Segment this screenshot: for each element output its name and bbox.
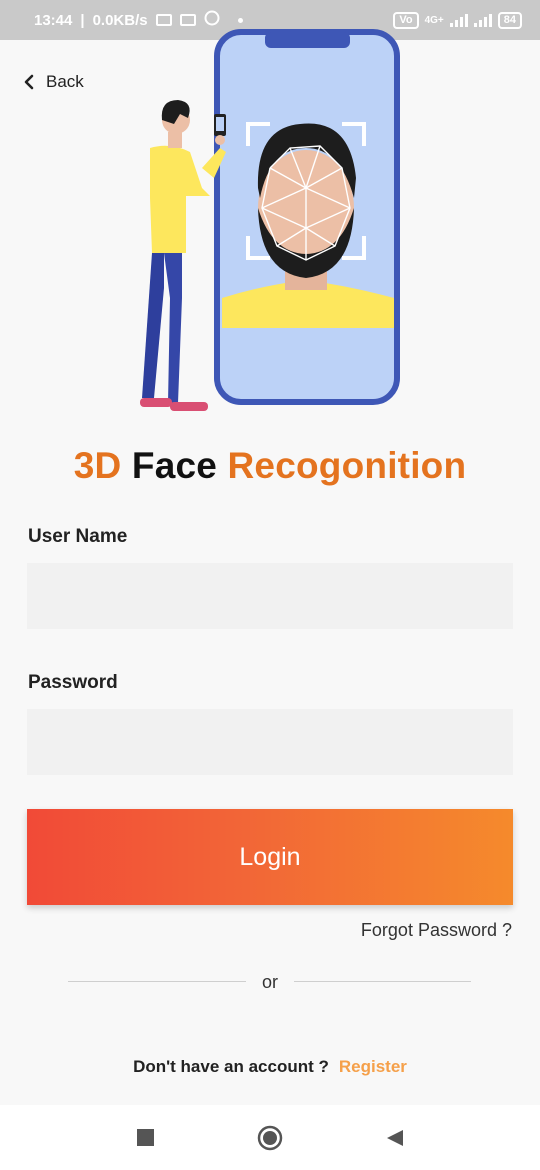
system-back-button[interactable] xyxy=(375,1118,415,1158)
face-recognition-illustration xyxy=(140,29,400,411)
whatsapp-icon xyxy=(204,10,220,30)
username-label: User Name xyxy=(28,526,128,547)
password-label: Password xyxy=(28,672,118,693)
volte-icon: Vo xyxy=(393,11,419,29)
signal-icon xyxy=(449,13,468,27)
system-nav-bar xyxy=(0,1105,540,1170)
status-time: 13:44 xyxy=(34,11,73,29)
gallery-icon xyxy=(179,14,196,26)
signup-prompt: Don't have an account ? Register xyxy=(0,1057,540,1077)
password-field[interactable] xyxy=(27,709,513,775)
divider-right xyxy=(294,981,471,982)
message-icon xyxy=(155,14,172,26)
battery-icon: 84 xyxy=(497,11,522,29)
signal-icon-2 xyxy=(473,13,492,27)
or-separator: or xyxy=(261,972,278,992)
network-type: 4G+ xyxy=(424,14,444,26)
forgot-password-link[interactable]: Forgot Password ? xyxy=(361,920,512,941)
username-field[interactable] xyxy=(27,563,513,629)
register-link[interactable]: Register xyxy=(339,1057,407,1076)
recents-button[interactable] xyxy=(125,1118,165,1158)
back-label: Back xyxy=(46,72,84,91)
circle-icon xyxy=(257,1125,283,1150)
square-icon xyxy=(136,1129,154,1146)
back-button[interactable]: Back xyxy=(22,72,84,92)
page-title: 3D Face Recogonition xyxy=(73,445,467,486)
status-speed: 0.0KB/s xyxy=(92,11,148,29)
home-button[interactable] xyxy=(250,1118,290,1158)
chevron-left-icon xyxy=(24,74,34,90)
no-account-text: Don't have an account ? xyxy=(133,1057,329,1076)
triangle-back-icon xyxy=(387,1129,403,1146)
login-button[interactable]: Login xyxy=(27,809,513,905)
notification-dot-icon xyxy=(237,17,243,23)
